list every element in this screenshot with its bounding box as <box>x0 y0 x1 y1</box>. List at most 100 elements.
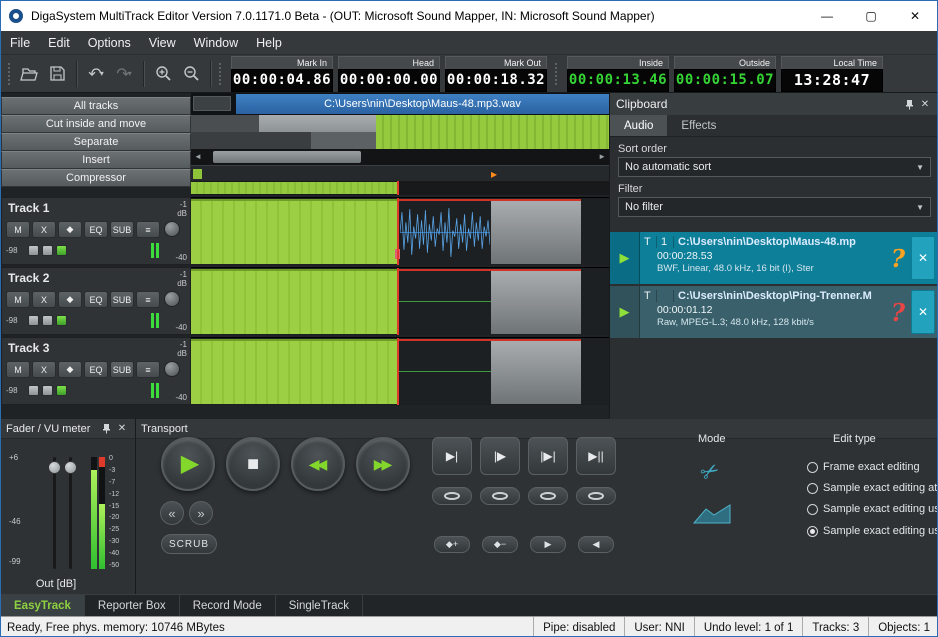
open-file-button[interactable] <box>15 60 43 88</box>
fast-forward-button[interactable]: ▶▶ <box>356 437 410 491</box>
audio-object-block[interactable] <box>191 269 397 334</box>
sort-order-dropdown[interactable]: No automatic sort ▼ <box>618 157 931 177</box>
nudge-back-button[interactable]: ◀ <box>578 536 614 553</box>
remove-object-button[interactable]: ◆− <box>482 536 518 553</box>
radio-icon[interactable] <box>807 504 818 515</box>
audio-object-block[interactable] <box>191 199 397 264</box>
separate-button[interactable]: Separate <box>1 133 191 151</box>
radio-selected-icon[interactable] <box>807 526 818 537</box>
eq-button[interactable]: EQ <box>84 361 108 378</box>
audio-object-block[interactable] <box>191 339 397 404</box>
eq-button[interactable]: EQ <box>84 221 108 238</box>
scroll-left-icon[interactable]: ◄ <box>194 152 202 161</box>
play-between-marks-button[interactable]: |▶| <box>528 437 568 475</box>
tab-audio[interactable]: Audio <box>610 115 667 136</box>
fader-handle-left[interactable] <box>48 461 61 474</box>
edit-type-option-selected[interactable]: Sample exact editing us <box>807 525 938 537</box>
tab-record-mode[interactable]: Record Mode <box>180 595 276 616</box>
track3-lane[interactable] <box>191 337 609 405</box>
loop-button[interactable] <box>528 487 568 505</box>
all-tracks-button[interactable]: All tracks <box>1 97 191 115</box>
edit-type-option[interactable]: Sample exact editing us <box>807 503 938 515</box>
stop-button[interactable]: ■ <box>226 437 280 491</box>
play-to-mark-button[interactable]: ▶| <box>432 437 472 475</box>
track1-lane[interactable] <box>191 197 609 265</box>
close-button[interactable]: ✕ <box>893 1 937 31</box>
pin-icon[interactable] <box>901 96 917 112</box>
skip-back-button[interactable]: « <box>160 501 184 525</box>
menu-options[interactable]: Options <box>79 31 140 54</box>
insert-button[interactable]: Insert <box>1 151 191 169</box>
gain-knob[interactable] <box>164 361 180 377</box>
overview-file-label[interactable]: C:\Users\nin\Desktop\Maus-48.mp3.wav <box>236 94 609 114</box>
play-button[interactable]: ▶ <box>161 437 215 491</box>
play-over-mark-button[interactable]: ▶|| <box>576 437 616 475</box>
playhead-marker-icon[interactable]: ▸ <box>491 167 497 181</box>
add-object-button[interactable]: ◆+ <box>434 536 470 553</box>
compressor-button[interactable]: Compressor <box>1 169 191 187</box>
skip-forward-button[interactable]: » <box>189 501 213 525</box>
tab-effects[interactable]: Effects <box>667 115 730 136</box>
scroll-right-icon[interactable]: ► <box>598 152 606 161</box>
edit-type-option[interactable]: Sample exact editing at <box>807 482 938 494</box>
overview-area[interactable]: C:\Users\nin\Desktop\Maus-48.mp3.wav ◄ ►… <box>191 93 609 195</box>
menu-help[interactable]: Help <box>247 31 291 54</box>
maximize-button[interactable]: ▢ <box>849 1 893 31</box>
entry-remove-button[interactable]: ✕ <box>911 290 935 334</box>
entry-play-button[interactable]: ▶ <box>610 232 640 284</box>
loop-button[interactable] <box>576 487 616 505</box>
track-menu-button[interactable]: ≡ <box>136 221 160 238</box>
mute-button[interactable]: M <box>6 291 30 308</box>
menu-window[interactable]: Window <box>185 31 247 54</box>
gain-knob[interactable] <box>164 221 180 237</box>
tab-singletrack[interactable]: SingleTrack <box>276 595 363 616</box>
sub-button[interactable]: SUB <box>110 221 134 238</box>
clipboard-entry[interactable]: ▶ T C:\Users\nin\Desktop\Ping-Trenner.M … <box>610 286 938 338</box>
eq-button[interactable]: EQ <box>84 291 108 308</box>
clipboard-entry[interactable]: ▶ T 1 C:\Users\nin\Desktop\Maus-48.mp 00… <box>610 232 938 284</box>
track-menu-button[interactable]: ≡ <box>136 361 160 378</box>
menu-file[interactable]: File <box>1 31 39 54</box>
zoom-in-button[interactable] <box>149 60 177 88</box>
solo-button[interactable]: X <box>32 361 56 378</box>
overview-waveform-top[interactable] <box>191 115 609 132</box>
rewind-button[interactable]: ◀◀ <box>291 437 345 491</box>
overview-waveform-bottom[interactable] <box>191 132 609 149</box>
mute-button[interactable]: M <box>6 361 30 378</box>
loop-button[interactable] <box>432 487 472 505</box>
menu-view[interactable]: View <box>140 31 185 54</box>
redo-button[interactable]: ↷▾ <box>110 60 138 88</box>
menu-edit[interactable]: Edit <box>39 31 79 54</box>
overview-scrollbar[interactable]: ◄ ► <box>191 149 609 165</box>
undo-button[interactable]: ↶▾ <box>82 60 110 88</box>
radio-icon[interactable] <box>807 462 818 473</box>
entry-remove-button[interactable]: ✕ <box>911 236 935 280</box>
minimize-button[interactable]: — <box>805 1 849 31</box>
timeline-ruler[interactable]: ▸ <box>191 165 609 181</box>
marked-region-block[interactable] <box>491 341 581 404</box>
pan-button[interactable]: ◆ <box>58 291 82 308</box>
scrollbar-thumb[interactable] <box>213 151 361 163</box>
close-panel-icon[interactable]: ✕ <box>114 421 130 437</box>
tab-easytrack[interactable]: EasyTrack <box>1 595 85 616</box>
solo-button[interactable]: X <box>32 221 56 238</box>
object-strip[interactable] <box>191 181 609 195</box>
scissors-mode-icon[interactable]: ✂ <box>696 456 725 488</box>
sub-button[interactable]: SUB <box>110 291 134 308</box>
solo-button[interactable]: X <box>32 291 56 308</box>
play-from-mark-button[interactable]: |▶ <box>480 437 520 475</box>
entry-play-button[interactable]: ▶ <box>610 286 640 338</box>
filter-dropdown[interactable]: No filter ▼ <box>618 197 931 217</box>
gain-knob[interactable] <box>164 291 180 307</box>
nudge-forward-button[interactable]: ▶ <box>530 536 566 553</box>
crossfade-mode-icon[interactable] <box>692 503 732 530</box>
pin-icon[interactable] <box>98 421 114 437</box>
pan-button[interactable]: ◆ <box>58 221 82 238</box>
overview-file-bar[interactable]: C:\Users\nin\Desktop\Maus-48.mp3.wav <box>191 93 609 115</box>
zoom-out-button[interactable] <box>177 60 205 88</box>
track2-lane[interactable] <box>191 267 609 335</box>
edit-type-option[interactable]: Frame exact editing <box>807 461 938 473</box>
tab-reporter-box[interactable]: Reporter Box <box>85 595 180 616</box>
loop-button[interactable] <box>480 487 520 505</box>
scrub-button[interactable]: SCRUB <box>161 534 217 554</box>
